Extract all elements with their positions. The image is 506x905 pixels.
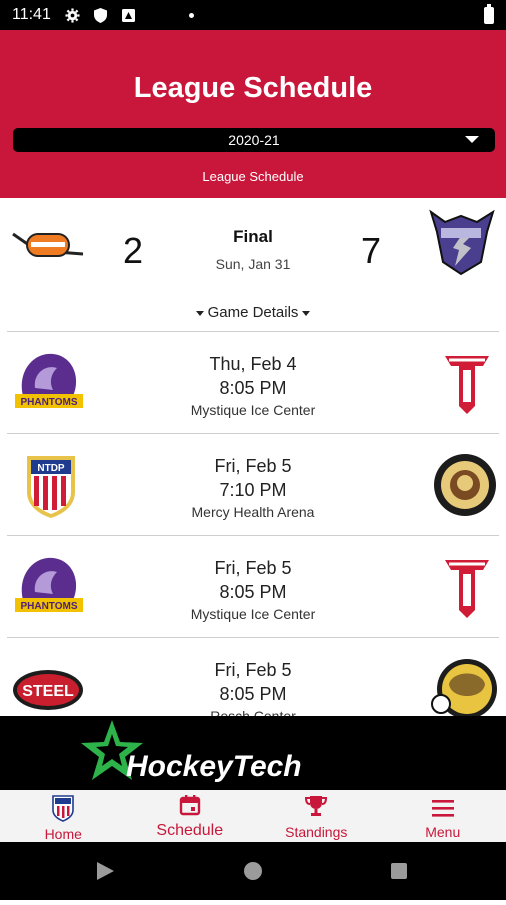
caret-down-icon [196, 311, 204, 316]
red-trident-logo-icon [431, 554, 503, 620]
game-time: 8:05 PM [7, 582, 499, 603]
trophy-icon [304, 794, 328, 818]
home-circle-icon[interactable] [244, 862, 262, 880]
final-game-card[interactable]: 2 Final Sun, Jan 31 7 Game Details [7, 198, 499, 332]
nav-menu-label: Menu [380, 824, 506, 840]
nav-menu-tab[interactable]: Menu [380, 790, 506, 842]
status-bar: 11:41 [0, 0, 506, 30]
hockeytech-banner[interactable]: HockeyTech [0, 716, 506, 790]
game-date: Fri, Feb 5 [7, 660, 499, 681]
shield-icon [93, 7, 109, 23]
game-venue: Mystique Ice Center [7, 606, 499, 622]
menu-hamburger-icon [431, 798, 455, 818]
back-icon[interactable] [97, 862, 114, 880]
game-row[interactable]: PHANTOMS Fri, Feb 5 8:05 PM Mystique Ice… [7, 536, 499, 638]
hockeytech-logo-icon: HockeyTech [0, 716, 506, 790]
game-details-toggle[interactable]: Game Details [7, 304, 499, 321]
red-trident-logo-icon [431, 350, 503, 416]
lumberjacks-logo-icon [429, 452, 501, 518]
schedule-list[interactable]: 2 Final Sun, Jan 31 7 Game Details PHANT… [0, 198, 506, 716]
season-dropdown[interactable]: 2020-21 [13, 128, 495, 152]
page-subtitle: League Schedule [0, 169, 506, 184]
nav-schedule-tab[interactable]: Schedule [127, 790, 254, 842]
settings-gear-icon [65, 7, 81, 23]
game-time: 8:05 PM [7, 684, 499, 705]
status-time: 11:41 [12, 6, 51, 24]
home-shield-icon [51, 794, 75, 822]
page-title: League Schedule [0, 72, 506, 105]
page-header: League Schedule 2020-21 League Schedule [0, 30, 506, 198]
recents-square-icon[interactable] [391, 863, 407, 879]
nav-standings-tab[interactable]: Standings [253, 790, 380, 842]
game-row[interactable]: STEEL Fri, Feb 5 8:05 PM Resch Center [7, 638, 499, 716]
caret-down-icon [302, 311, 310, 316]
game-time: 8:05 PM [7, 378, 499, 399]
away-score: 7 [361, 230, 381, 272]
away-team-logo-icon [425, 208, 499, 272]
game-date: Fri, Feb 5 [7, 456, 499, 477]
notification-icon [121, 7, 137, 23]
system-nav-bar [0, 842, 506, 900]
chevron-down-icon [465, 136, 479, 143]
nav-home-label: Home [0, 826, 127, 842]
game-row[interactable]: NTDP Fri, Feb 5 7:10 PM Mercy Health Are… [7, 434, 499, 536]
battery-icon [484, 7, 494, 24]
game-row[interactable]: PHANTOMS Thu, Feb 4 8:05 PM Mystique Ice… [7, 332, 499, 434]
nav-schedule-label: Schedule [127, 822, 254, 840]
hockeytech-logo-text: HockeyTech [126, 750, 302, 783]
nav-home-tab[interactable]: Home [0, 790, 127, 842]
notification-dot-icon [189, 13, 194, 18]
nav-standings-label: Standings [253, 824, 380, 840]
season-selected-value: 2020-21 [228, 132, 279, 148]
game-venue: Mystique Ice Center [7, 402, 499, 418]
gamblers-logo-icon [429, 656, 501, 716]
bottom-nav: Home Schedule Standings Menu [0, 790, 506, 842]
game-date: Thu, Feb 4 [7, 354, 499, 375]
game-venue: Resch Center [7, 708, 499, 716]
calendar-icon [179, 794, 201, 816]
game-time: 7:10 PM [7, 480, 499, 501]
game-venue: Mercy Health Arena [7, 504, 499, 520]
game-details-label: Game Details [208, 304, 299, 321]
game-date: Fri, Feb 5 [7, 558, 499, 579]
